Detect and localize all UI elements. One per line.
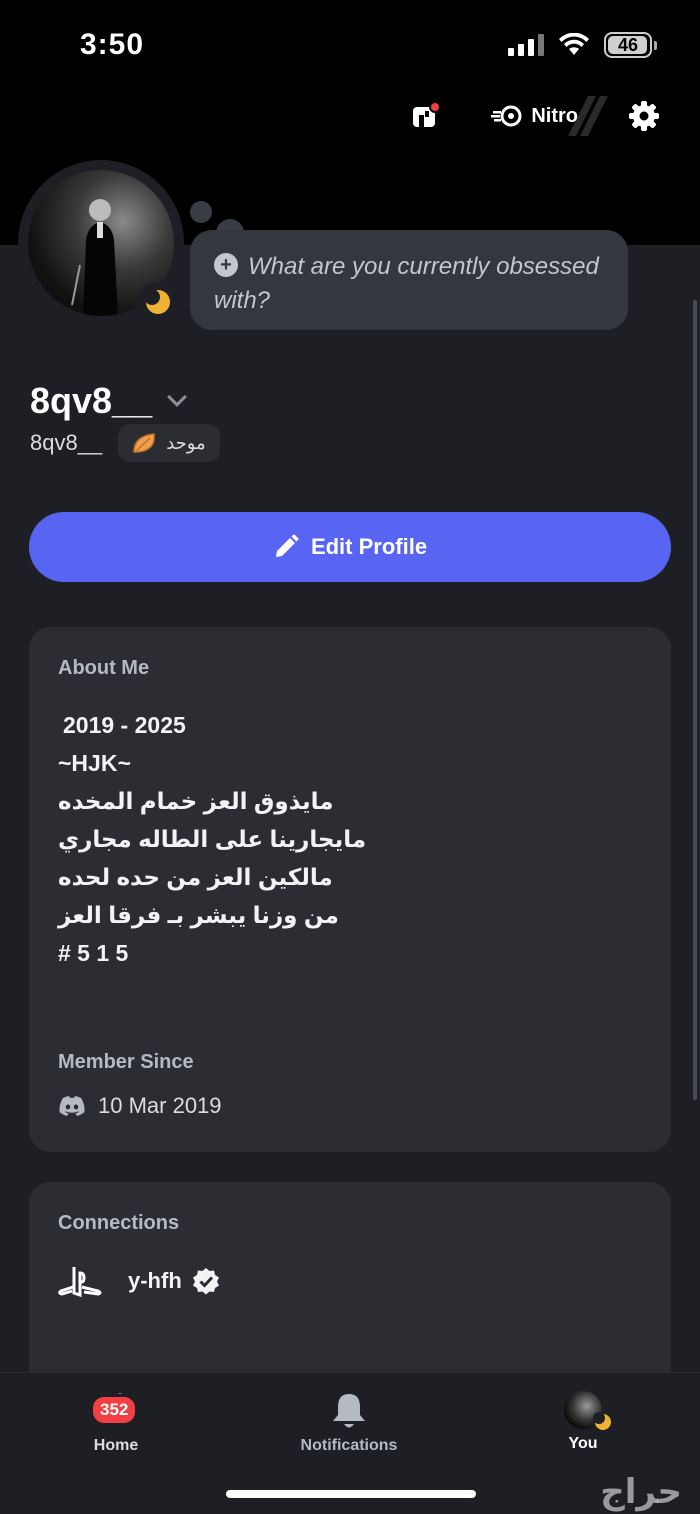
- nav-notifications[interactable]: Notifications: [269, 1391, 429, 1455]
- edit-profile-button[interactable]: Edit Profile: [29, 512, 671, 582]
- bio-line: مايجارينا على الطاله مجاري: [58, 826, 367, 852]
- bio-line: # 5 1 5: [58, 940, 129, 966]
- connection-name: y-hfh: [128, 1268, 182, 1293]
- status-time: 3:50: [80, 28, 145, 61]
- connections-heading: Connections: [58, 1212, 180, 1234]
- nav-notifications-label: Notifications: [300, 1437, 398, 1454]
- playstation-icon: [58, 1267, 102, 1297]
- chevron-down-icon[interactable]: [167, 387, 188, 407]
- connection-item[interactable]: y-hfh: [58, 1265, 642, 1297]
- server-tag[interactable]: موحد: [118, 424, 220, 462]
- gear-icon[interactable]: [628, 100, 660, 132]
- scrollbar[interactable]: [693, 300, 697, 1100]
- username: 8qv8__: [30, 430, 103, 455]
- member-since-date: 10 Mar 2019: [98, 1093, 222, 1118]
- bio-line: 2019 - 2025: [63, 712, 186, 738]
- status-icons: 46: [508, 32, 657, 58]
- wifi-icon: [559, 33, 589, 55]
- discord-icon: [59, 1096, 85, 1116]
- bio-line: ~HJK~: [58, 750, 131, 776]
- shop-icon[interactable]: [411, 101, 442, 131]
- bio-line: مالكين العز من حده لحده: [58, 864, 333, 890]
- nav-home-label: Home: [93, 1437, 139, 1454]
- custom-status-bubble[interactable]: + What are you currently obsessed with?: [190, 230, 628, 330]
- bell-icon: [333, 1394, 365, 1428]
- nav-you-label: You: [568, 1435, 598, 1452]
- add-icon: +: [214, 252, 238, 277]
- verified-icon: [192, 1268, 219, 1295]
- signal-icon: [508, 34, 544, 56]
- leaf-icon: [133, 433, 156, 453]
- unread-badge: 352: [90, 1394, 139, 1426]
- server-tag-label: موحد: [166, 432, 206, 453]
- nitro-stripes-decoration: [568, 96, 608, 136]
- bio-line: مايذوق العز خمام المخده: [58, 788, 334, 814]
- member-since-heading: Member Since: [58, 1051, 194, 1073]
- battery-level: 46: [617, 34, 639, 55]
- bubble-dot: [190, 201, 212, 223]
- bio-line: من وزنا يبشر بـ فرقا العز: [58, 902, 339, 928]
- display-name-row[interactable]: 8qv8__: [30, 380, 188, 422]
- member-since-row: 10 Mar 2019: [58, 1093, 222, 1119]
- bio-text: 2019 - 2025 ~HJK~ مايذوق العز خمام المخد…: [58, 706, 642, 972]
- battery-icon: 46: [604, 32, 657, 58]
- about-me-heading: About Me: [58, 657, 150, 679]
- home-indicator: [226, 1490, 476, 1498]
- display-name: 8qv8__: [30, 380, 153, 421]
- nitro-button[interactable]: Nitro: [491, 96, 608, 136]
- idle-status-icon: [138, 282, 178, 322]
- pencil-icon: [275, 534, 299, 557]
- nitro-icon: [491, 105, 522, 127]
- idle-status-icon: [593, 1412, 613, 1432]
- top-actions: Nitro: [411, 96, 660, 136]
- username-row: 8qv8__ موحد: [30, 424, 220, 462]
- status-prompt: What are you currently obsessed with?: [214, 253, 599, 314]
- about-me-card: About Me 2019 - 2025 ~HJK~ مايذوق العز خ…: [29, 627, 671, 1152]
- edit-profile-label: Edit Profile: [310, 534, 428, 559]
- nav-avatar: [564, 1391, 613, 1432]
- watermark-logo: حراج: [600, 1473, 682, 1511]
- nav-you[interactable]: You: [503, 1391, 663, 1453]
